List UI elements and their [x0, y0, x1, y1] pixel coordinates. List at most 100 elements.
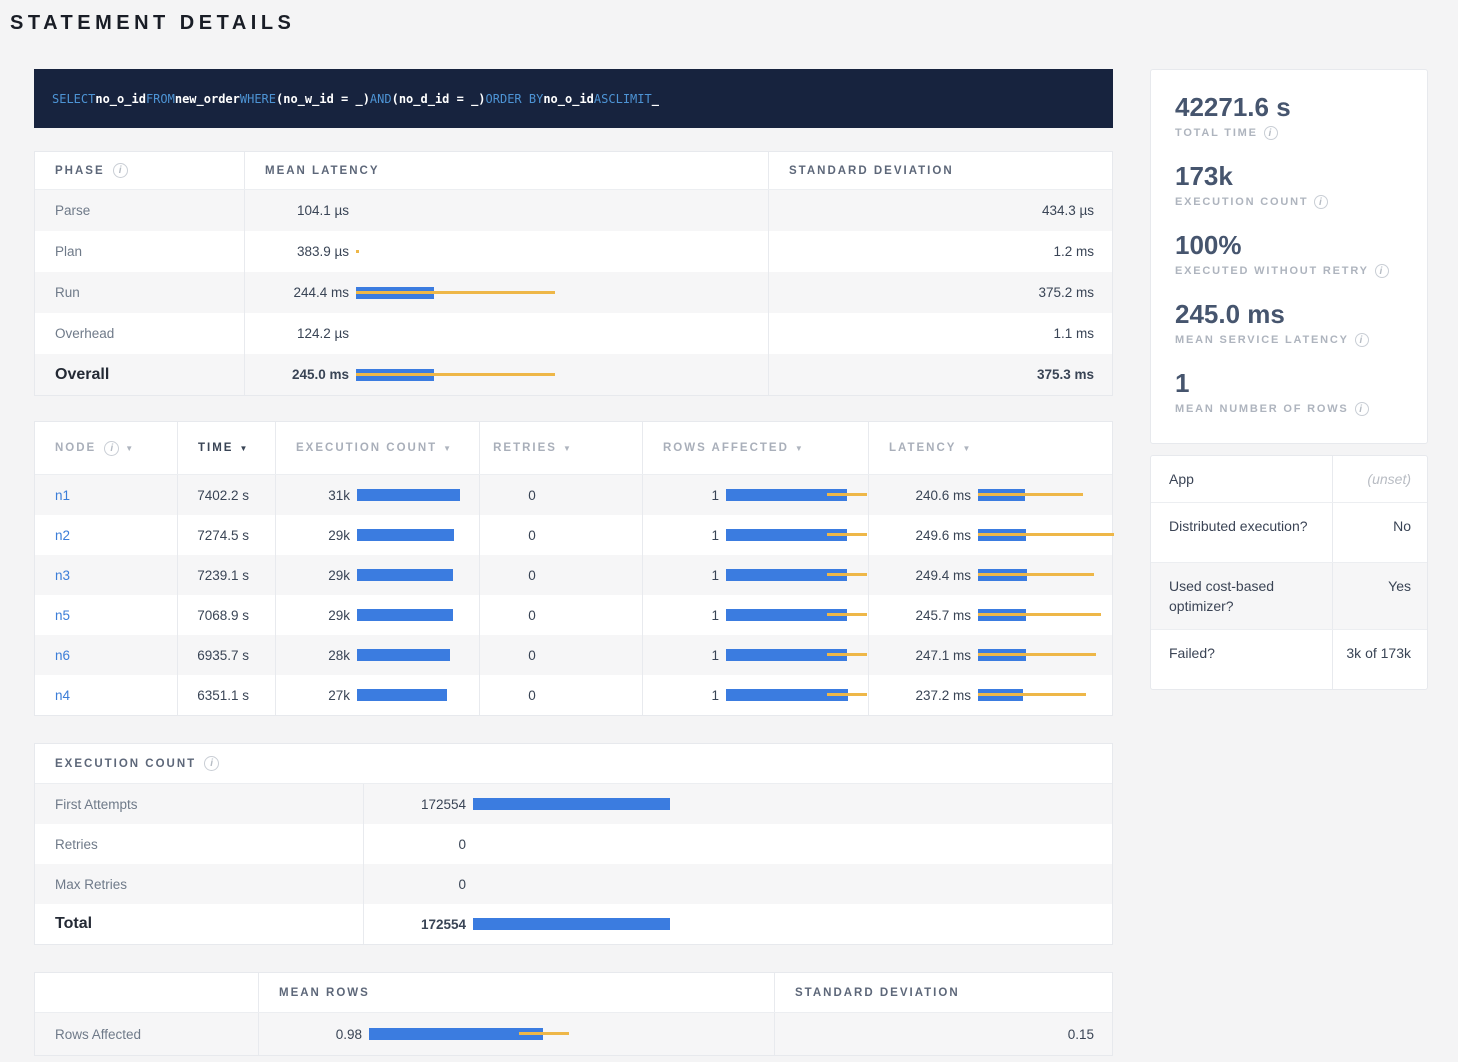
stat-info-icon[interactable]: i — [1314, 195, 1328, 209]
rows-affected-cell: 1 — [642, 595, 868, 635]
stat-info-icon[interactable]: i — [1355, 333, 1369, 347]
latency-bar — [978, 689, 1114, 701]
node-row: n2 7274.5 s29k01 249.6 ms — [35, 515, 1112, 555]
col-header-retries[interactable]: RETRIES ▼ — [479, 422, 642, 474]
phase-info-icon[interactable]: i — [113, 163, 128, 178]
stat-info-icon[interactable]: i — [1264, 126, 1278, 140]
execution-count-bar — [473, 918, 1114, 930]
rows-stddev-value: 0.15 — [1068, 1027, 1094, 1042]
phase-row: Overhead124.2 µs1.1 ms — [35, 313, 1112, 354]
latency-bar — [978, 569, 1114, 581]
mean-latency-value: 244.4 ms — [265, 285, 349, 300]
col-header-node[interactable]: NODE i ▼ — [35, 422, 177, 474]
rows-affected-cell: 1 — [642, 635, 868, 675]
retries-cell: 0 — [479, 475, 642, 515]
rows-affected-bar — [726, 569, 868, 581]
bar-blue — [357, 529, 454, 541]
execution-count-value-cell: 172554 — [363, 904, 1114, 944]
sql-identifier: no_o_id — [543, 92, 594, 106]
node-row: n57068.9 s29k01245.7 ms — [35, 595, 1112, 635]
bar-blue — [473, 918, 670, 930]
time-cell: 7274.5 s — [177, 515, 275, 555]
latency-cell: 240.6 ms — [868, 475, 1114, 515]
stddev-line — [356, 250, 359, 253]
execution-count-label-cell: First Attempts — [35, 784, 363, 824]
stat-info-icon[interactable]: i — [1355, 402, 1369, 416]
stat-info-icon[interactable]: i — [1375, 264, 1389, 278]
sql-identifier: (no_w_id = _) — [276, 92, 370, 106]
execution-count-label: Max Retries — [55, 877, 127, 892]
execution-count-value: 28k — [296, 648, 350, 663]
latency-value: 249.6 ms — [889, 528, 971, 543]
col-header-latency[interactable]: LATENCY ▼ — [868, 422, 1114, 474]
node-link[interactable]: n5 — [55, 608, 70, 623]
col-header-execution-count[interactable]: EXECUTION COUNT ▼ — [275, 422, 479, 474]
latency-bar — [978, 489, 1114, 501]
col-header-rows-affected[interactable]: ROWS AFFECTED ▼ — [642, 422, 868, 474]
retries-value: 0 — [528, 488, 536, 503]
rows-affected-cell: 1 — [642, 515, 868, 555]
node-cell: n4 — [35, 675, 177, 715]
execution-count-bar — [473, 878, 1114, 890]
stddev-line — [827, 613, 867, 616]
bar-blue — [357, 649, 450, 661]
latency-bar — [978, 529, 1114, 541]
stddev-line — [978, 573, 1094, 576]
rows-affected-bar — [726, 689, 868, 701]
stddev-value: 375.3 ms — [1037, 367, 1094, 382]
node-link[interactable]: n2 — [55, 528, 70, 543]
attribute-label: Used cost-based optimizer? — [1151, 563, 1333, 629]
stddev-line — [827, 653, 867, 656]
execution-count-cell: 27k — [275, 675, 479, 715]
rows-affected-cell: 1 — [642, 475, 868, 515]
stat-mean-number-of-rows: 1MEAN NUMBER OF ROWSi — [1175, 368, 1403, 416]
execution-count-cell: 29k — [275, 515, 479, 555]
node-link[interactable]: n6 — [55, 648, 70, 663]
bar-blue — [369, 1028, 543, 1040]
mean-latency-bar — [356, 369, 768, 381]
execution-count-row: Retries0 — [35, 824, 1112, 864]
execution-count-row: First Attempts172554 — [35, 784, 1112, 824]
bar-blue — [357, 609, 453, 621]
node-link[interactable]: n3 — [55, 568, 70, 583]
mean-latency-cell: 104.1 µs — [244, 190, 768, 231]
rows-affected-bar — [726, 489, 868, 501]
rows-affected-value: 1 — [663, 608, 719, 623]
node-link[interactable]: n1 — [55, 488, 70, 503]
attribute-row-distributed-execution: Distributed execution?No — [1151, 502, 1427, 562]
execution-count-value: 0 — [384, 837, 466, 852]
node-cell: n6 — [35, 635, 177, 675]
mean-latency-value: 383.9 µs — [265, 244, 349, 259]
col-header-mean-latency: MEAN LATENCY — [244, 152, 768, 189]
col-header-time[interactable]: TIME ▼ — [177, 422, 275, 474]
node-row: n37239.1 s29k01249.4 ms — [35, 555, 1112, 595]
node-row: n66935.7 s28k01247.1 ms — [35, 635, 1112, 675]
stat-value: 100% — [1175, 230, 1403, 260]
execution-count-cell: 29k — [275, 595, 479, 635]
sql-keyword: WHERE — [240, 92, 276, 106]
execution-count-info-icon[interactable]: i — [204, 756, 219, 771]
rows-affected-label: Rows Affected — [55, 1027, 141, 1042]
node-cell: n1 — [35, 475, 177, 515]
stddev-value: 375.2 ms — [1038, 285, 1094, 300]
time-value: 7402.2 s — [197, 488, 249, 503]
retries-cell: 0 — [479, 515, 642, 555]
execution-count-row: Total172554 — [35, 904, 1112, 944]
retries-value: 0 — [528, 648, 536, 663]
node-link[interactable]: n4 — [55, 688, 70, 703]
sql-identifier: new_order — [175, 92, 240, 106]
node-cell: n2 — [35, 515, 177, 555]
col-header-phase: PHASE i — [35, 152, 244, 189]
execution-count-label: First Attempts — [55, 797, 138, 812]
stat-value: 245.0 ms — [1175, 299, 1403, 329]
latency-cell: 237.2 ms — [868, 675, 1114, 715]
attribute-row-app: App(unset) — [1151, 456, 1427, 502]
mean-latency-bar — [356, 246, 768, 258]
latency-value: 247.1 ms — [889, 648, 971, 663]
sql-keyword: FROM — [146, 92, 175, 106]
rows-affected-bar — [726, 609, 868, 621]
execution-count-bar — [357, 489, 479, 501]
attribute-row-failed: Failed?3k of 173k — [1151, 629, 1427, 689]
node-info-icon[interactable]: i — [104, 441, 119, 456]
mean-latency-bar — [356, 287, 768, 299]
